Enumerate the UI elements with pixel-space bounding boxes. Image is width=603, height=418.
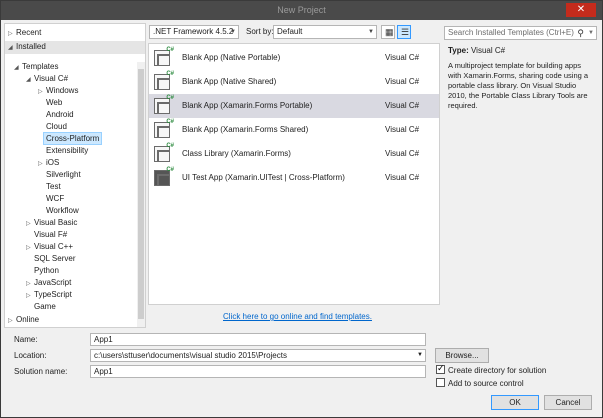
- template-tree[interactable]: ▷ Recent ◢ Installed ◢ Templates ◢ Visual C#…: [4, 23, 146, 328]
- sort-label: Sort by:: [246, 27, 274, 36]
- tree-item-sql-server[interactable]: SQL Server: [34, 253, 76, 264]
- blank-app-icon: C#: [154, 47, 174, 66]
- solution-name-field[interactable]: App1: [90, 365, 426, 378]
- expand-arrow-icon[interactable]: ▷: [26, 219, 34, 230]
- template-row[interactable]: C# Blank App (Xamarin.Forms Shared) Visu…: [149, 118, 439, 142]
- tree-item-wcf[interactable]: WCF: [46, 193, 64, 204]
- add-source-control-checkbox[interactable]: Add to source control: [436, 378, 524, 388]
- template-row[interactable]: C# Blank App (Native Portable) Visual C#: [149, 46, 439, 70]
- tree-item-android[interactable]: Android: [46, 109, 74, 120]
- sort-select[interactable]: Default ▼: [273, 25, 377, 39]
- template-details: Type: Visual C# A multiproject template …: [448, 46, 596, 111]
- chevron-down-icon: ▼: [230, 29, 236, 35]
- template-description: A multiproject template for building app…: [448, 61, 589, 110]
- blank-app-icon: C#: [154, 119, 174, 138]
- tree-item-cloud[interactable]: Cloud: [46, 121, 67, 132]
- expand-arrow-icon[interactable]: ▷: [26, 243, 34, 254]
- solution-name-label: Solution name:: [14, 367, 68, 376]
- blank-app-icon: C#: [154, 71, 174, 90]
- template-toolbar: .NET Framework 4.5.2 ▼ Sort by: Default ▼ …: [149, 25, 439, 41]
- collapse-arrow-icon[interactable]: ◢: [8, 43, 16, 54]
- chevron-down-icon[interactable]: ▼: [417, 350, 423, 361]
- tree-item-installed[interactable]: ◢ Installed: [5, 41, 145, 54]
- tree-item-test[interactable]: Test: [46, 181, 61, 192]
- list-view-button[interactable]: ☰: [397, 25, 411, 39]
- location-label: Location:: [14, 351, 47, 360]
- template-row-selected[interactable]: C# Blank App (Xamarin.Forms Portable) Vi…: [149, 94, 439, 118]
- collapse-arrow-icon[interactable]: ◢: [14, 63, 22, 74]
- ok-button[interactable]: OK: [491, 395, 539, 410]
- blank-app-icon: C#: [154, 95, 174, 114]
- tree-item-python[interactable]: Python: [34, 265, 59, 276]
- framework-select[interactable]: .NET Framework 4.5.2 ▼: [149, 25, 239, 39]
- template-row[interactable]: C# Blank App (Native Shared) Visual C#: [149, 70, 439, 94]
- chevron-down-icon: ▼: [368, 29, 374, 35]
- cancel-button[interactable]: Cancel: [544, 395, 592, 410]
- new-project-dialog: New Project ✕ ▷ Recent ◢ Installed ◢ Templa…: [0, 0, 603, 418]
- name-field[interactable]: App1: [90, 333, 426, 346]
- tree-scrollbar-thumb[interactable]: [138, 69, 144, 319]
- class-library-icon: C#: [154, 143, 174, 162]
- find-templates-online-link[interactable]: Click here to go online and find templat…: [223, 312, 372, 321]
- tree-item-game[interactable]: Game: [34, 301, 56, 312]
- collapse-arrow-icon[interactable]: ◢: [26, 75, 34, 86]
- expand-arrow-icon[interactable]: ▷: [38, 159, 46, 170]
- browse-button[interactable]: Browse...: [435, 348, 489, 363]
- small-icons-view-button[interactable]: ▦: [381, 25, 395, 39]
- tree-item-extensibility[interactable]: Extensibility: [46, 145, 88, 156]
- expand-arrow-icon[interactable]: ▷: [26, 291, 34, 302]
- name-label: Name:: [14, 335, 38, 344]
- expand-arrow-icon[interactable]: ▷: [8, 29, 16, 40]
- search-templates-input[interactable]: Search Installed Templates (Ctrl+E) ⚲ ▼: [444, 26, 597, 40]
- create-directory-checkbox[interactable]: Create directory for solution: [436, 363, 546, 375]
- close-button[interactable]: ✕: [566, 3, 596, 17]
- project-form: Name: App1 Location: c:\users\sttuser\do…: [4, 330, 600, 416]
- tree-item-online[interactable]: ▷ Online: [8, 314, 39, 327]
- template-type: Type: Visual C#: [448, 46, 506, 55]
- tree-item-workflow[interactable]: Workflow: [46, 205, 79, 216]
- checkbox-unchecked-icon[interactable]: [436, 378, 445, 387]
- grid-view-icon: ▦: [385, 27, 394, 37]
- tree-item-cross-platform[interactable]: Cross-Platform: [42, 132, 103, 145]
- ui-test-icon: C#: [154, 167, 174, 186]
- expand-arrow-icon[interactable]: ▷: [38, 87, 46, 98]
- search-icon[interactable]: ⚲: [577, 27, 584, 39]
- template-row[interactable]: C# Class Library (Xamarin.Forms) Visual …: [149, 142, 439, 166]
- title-bar: New Project ✕: [1, 1, 602, 20]
- location-field[interactable]: c:\users\sttuser\documents\visual studio…: [90, 349, 426, 362]
- template-list[interactable]: C# Blank App (Native Portable) Visual C#…: [148, 43, 440, 305]
- tree-item-visual-fsharp[interactable]: Visual F#: [34, 229, 67, 240]
- expand-arrow-icon[interactable]: ▷: [8, 316, 16, 327]
- list-view-icon: ☰: [401, 27, 410, 37]
- chevron-down-icon[interactable]: ▼: [588, 27, 594, 39]
- template-row[interactable]: C# UI Test App (Xamarin.UITest | Cross-P…: [149, 166, 439, 190]
- tree-item-web[interactable]: Web: [46, 97, 62, 108]
- checkbox-checked-icon[interactable]: [436, 363, 445, 374]
- tree-item-silverlight[interactable]: Silverlight: [46, 169, 81, 180]
- window-title: New Project: [277, 5, 326, 15]
- tree-item-recent[interactable]: ▷ Recent: [8, 27, 41, 40]
